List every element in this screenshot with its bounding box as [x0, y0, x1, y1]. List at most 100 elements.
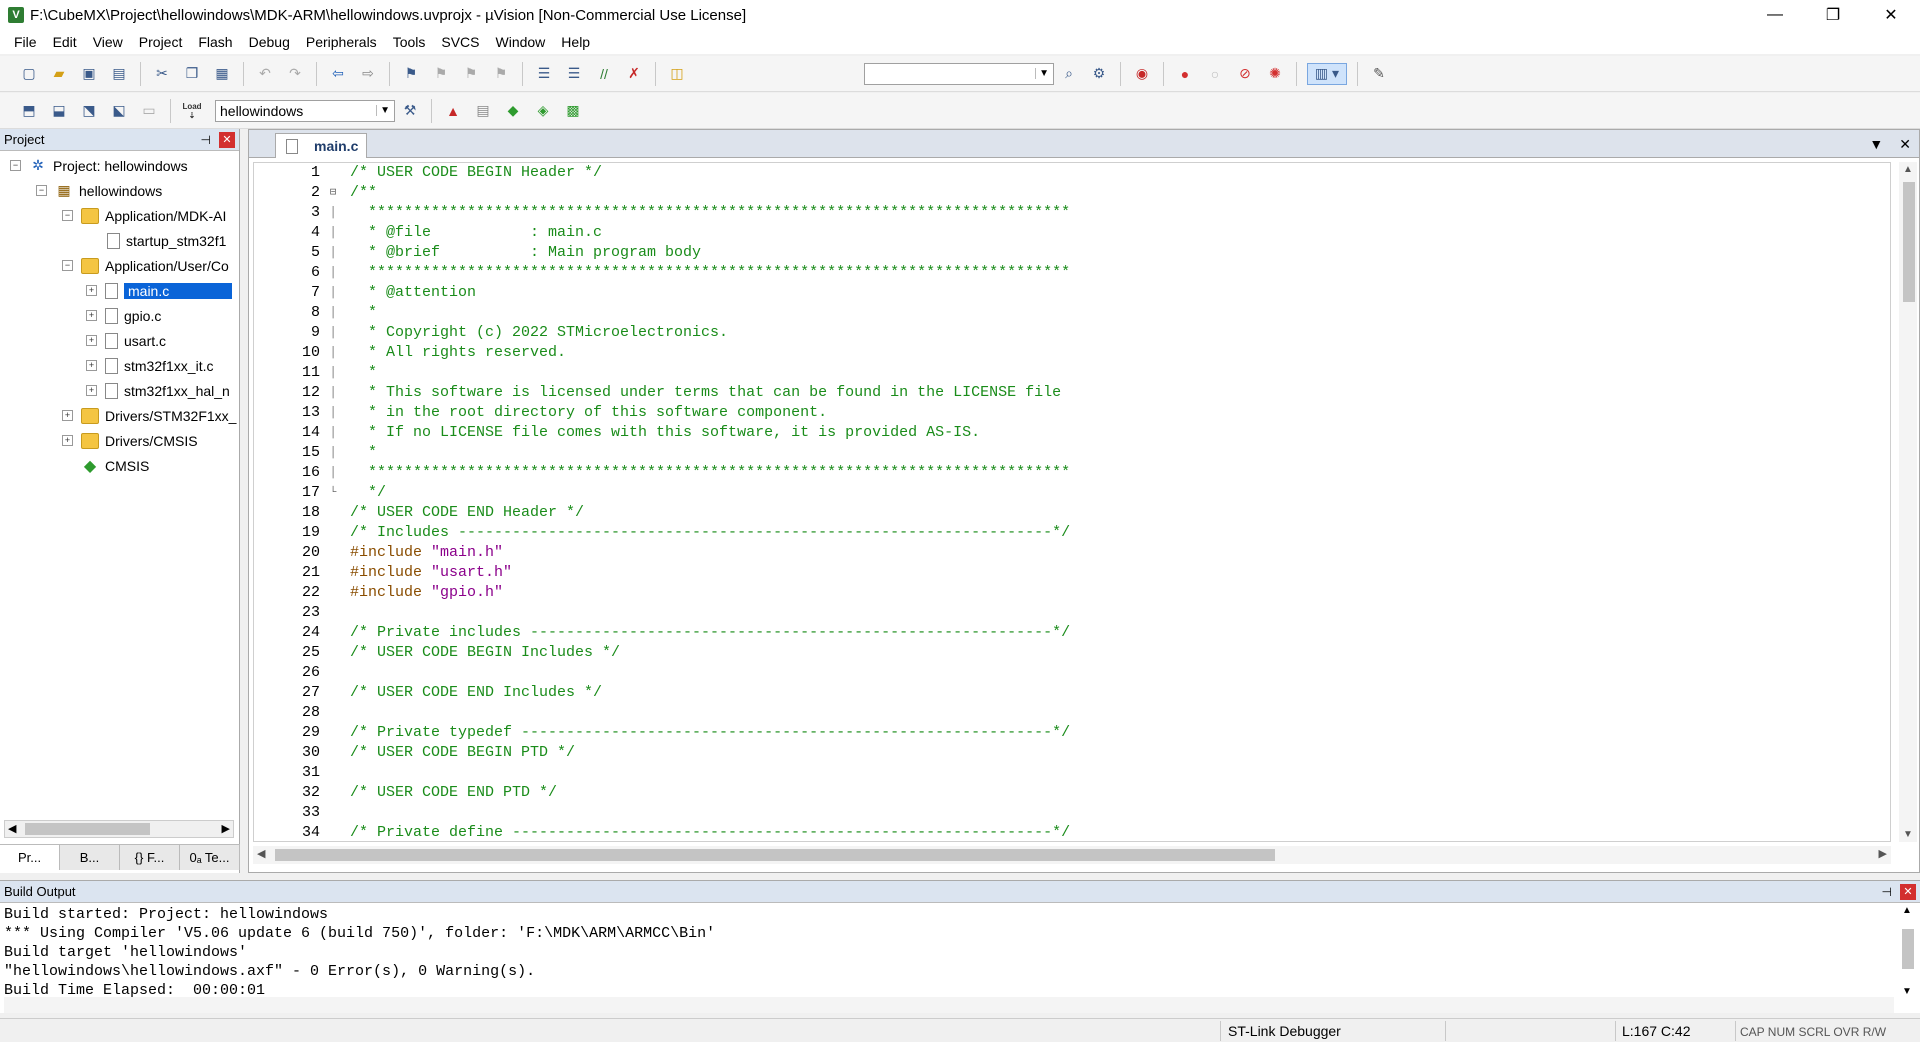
cut-icon[interactable]: ✂ [151, 63, 173, 85]
download-icon[interactable]: Load ⇣ [181, 100, 203, 122]
target-select[interactable]: hellowindows ▼ [215, 99, 395, 122]
minimize-button[interactable]: — [1746, 0, 1804, 30]
scroll-down-icon[interactable]: ▼ [1902, 986, 1912, 997]
select-pack-icon[interactable]: ▤ [472, 100, 494, 122]
menu-tools[interactable]: Tools [385, 34, 434, 50]
breakpoint-kill-icon[interactable]: ⊘ [1234, 63, 1256, 85]
menu-help[interactable]: Help [553, 34, 598, 50]
build-vertical-scrollbar[interactable]: ▲ ▼ [1898, 905, 1916, 997]
tree-item-file[interactable]: + stm32f1xx_hal_n [0, 378, 239, 403]
editor-horizontal-scrollbar[interactable]: ◀ ▶ [253, 846, 1891, 864]
close-window-button[interactable]: ✕ [1862, 0, 1920, 30]
menu-file[interactable]: File [6, 34, 45, 50]
uncomment-icon[interactable]: ✗ [623, 63, 645, 85]
collapse-icon[interactable]: − [10, 160, 21, 171]
pin-icon[interactable]: ⊣ [1882, 885, 1892, 899]
stop-build-icon[interactable]: ▭ [138, 100, 160, 122]
nav-forward-icon[interactable]: ⇨ [357, 63, 379, 85]
find-combo[interactable]: ▼ [864, 62, 1054, 85]
scroll-down-icon[interactable]: ▼ [1903, 829, 1913, 840]
expand-icon[interactable]: + [86, 385, 97, 396]
menu-window[interactable]: Window [488, 34, 554, 50]
tree-item-file-selected[interactable]: + main.c [0, 278, 239, 303]
target-options-icon[interactable]: ⚒ [399, 100, 421, 122]
software-pack-icon[interactable]: ▩ [562, 100, 584, 122]
collapse-icon[interactable]: − [62, 260, 73, 271]
close-tab-icon[interactable]: ✕ [1899, 136, 1911, 153]
breakpoint-disable-icon[interactable]: ○ [1204, 63, 1226, 85]
bookmark-clear-icon[interactable]: ⚑ [490, 63, 512, 85]
rebuild-icon[interactable]: ⬔ [78, 100, 100, 122]
paste-icon[interactable]: ▦ [211, 63, 233, 85]
expand-icon[interactable]: + [86, 360, 97, 371]
expand-icon[interactable]: + [86, 310, 97, 321]
tree-item-file[interactable]: + gpio.c [0, 303, 239, 328]
close-panel-button[interactable]: ✕ [1900, 883, 1916, 900]
scroll-up-icon[interactable]: ▲ [1903, 164, 1913, 175]
undo-icon[interactable]: ↶ [254, 63, 276, 85]
build-output-text[interactable]: Build started: Project: hellowindows ***… [4, 905, 1894, 999]
tab-project[interactable]: Pr... [0, 845, 60, 870]
unindent-icon[interactable]: ☰ [563, 63, 585, 85]
pack-installer-icon[interactable]: ◆ [502, 100, 524, 122]
expand-icon[interactable]: + [62, 410, 73, 421]
new-file-icon[interactable]: ▢ [18, 63, 40, 85]
open-icon[interactable]: ▰ [48, 63, 70, 85]
bookmark-next-icon[interactable]: ⚑ [460, 63, 482, 85]
tree-item-project[interactable]: − ✲ Project: hellowindows [0, 153, 239, 178]
save-all-icon[interactable]: ▤ [108, 63, 130, 85]
manage-components-icon[interactable]: ▲ [442, 100, 464, 122]
find-icon[interactable]: ⌕ [1058, 63, 1080, 85]
expand-icon[interactable]: + [86, 335, 97, 346]
debug-start-icon[interactable]: ◉ [1131, 63, 1153, 85]
tree-item-group[interactable]: − Application/User/Co [0, 253, 239, 278]
menu-debug[interactable]: Debug [241, 34, 298, 50]
incremental-find-icon[interactable]: ⚙ [1088, 63, 1110, 85]
tree-item-file[interactable]: + stm32f1xx_it.c [0, 353, 239, 378]
close-panel-button[interactable]: ✕ [219, 131, 235, 148]
tree-item-group[interactable]: − Application/MDK-AI [0, 203, 239, 228]
collapse-icon[interactable]: − [62, 210, 73, 221]
indent-icon[interactable]: ☰ [533, 63, 555, 85]
scroll-up-icon[interactable]: ▲ [1902, 905, 1912, 916]
scroll-thumb[interactable] [25, 823, 150, 835]
scroll-right-icon[interactable]: ▶ [222, 822, 230, 835]
nav-back-icon[interactable]: ⇦ [327, 63, 349, 85]
pin-icon[interactable]: ⊣ [201, 133, 211, 147]
menu-edit[interactable]: Edit [45, 34, 85, 50]
save-icon[interactable]: ▣ [78, 63, 100, 85]
tree-item-component[interactable]: ◆ CMSIS [0, 453, 239, 478]
copy-icon[interactable]: ❐ [181, 63, 203, 85]
menu-peripherals[interactable]: Peripherals [298, 34, 385, 50]
scroll-right-icon[interactable]: ▶ [1879, 847, 1887, 860]
bookmark-icon[interactable]: ⚑ [400, 63, 422, 85]
scroll-thumb[interactable] [275, 849, 1275, 861]
build-horizontal-scrollbar[interactable] [4, 997, 1894, 1013]
run-time-env-icon[interactable]: ◈ [532, 100, 554, 122]
scroll-thumb[interactable] [1903, 182, 1915, 302]
fold-toggle-icon[interactable]: ⊟ [324, 183, 342, 203]
restore-button[interactable]: ❐ [1804, 0, 1862, 30]
tab-functions[interactable]: {} F... [120, 845, 180, 870]
translate-icon[interactable]: ⬒ [18, 100, 40, 122]
tree-item-group[interactable]: + Drivers/STM32F1xx_ [0, 403, 239, 428]
menu-project[interactable]: Project [131, 34, 191, 50]
tree-item-file[interactable]: + usart.c [0, 328, 239, 353]
expand-icon[interactable]: + [86, 285, 97, 296]
configure-icon[interactable]: ✎ [1368, 63, 1390, 85]
build-icon[interactable]: ⬓ [48, 100, 70, 122]
tree-item-group[interactable]: + Drivers/CMSIS [0, 428, 239, 453]
breakpoint-all-icon[interactable]: ✺ [1264, 63, 1286, 85]
expand-icon[interactable]: + [62, 435, 73, 446]
tree-item-file[interactable]: startup_stm32f1 [0, 228, 239, 253]
code-editor[interactable]: 1/* USER CODE BEGIN Header */2 ⊟/** 3 │ ***… [253, 162, 1891, 842]
tab-templates[interactable]: 0ₐ Te... [180, 845, 240, 870]
tab-main-c[interactable]: main.c [275, 133, 367, 158]
menu-view[interactable]: View [85, 34, 131, 50]
breakpoint-icon[interactable]: ● [1174, 63, 1196, 85]
comment-icon[interactable]: // [593, 63, 615, 85]
scroll-left-icon[interactable]: ◀ [257, 847, 265, 860]
batch-build-icon[interactable]: ⬕ [108, 100, 130, 122]
redo-icon[interactable]: ↷ [284, 63, 306, 85]
tab-list-dropdown-icon[interactable]: ▼ [1869, 136, 1883, 153]
